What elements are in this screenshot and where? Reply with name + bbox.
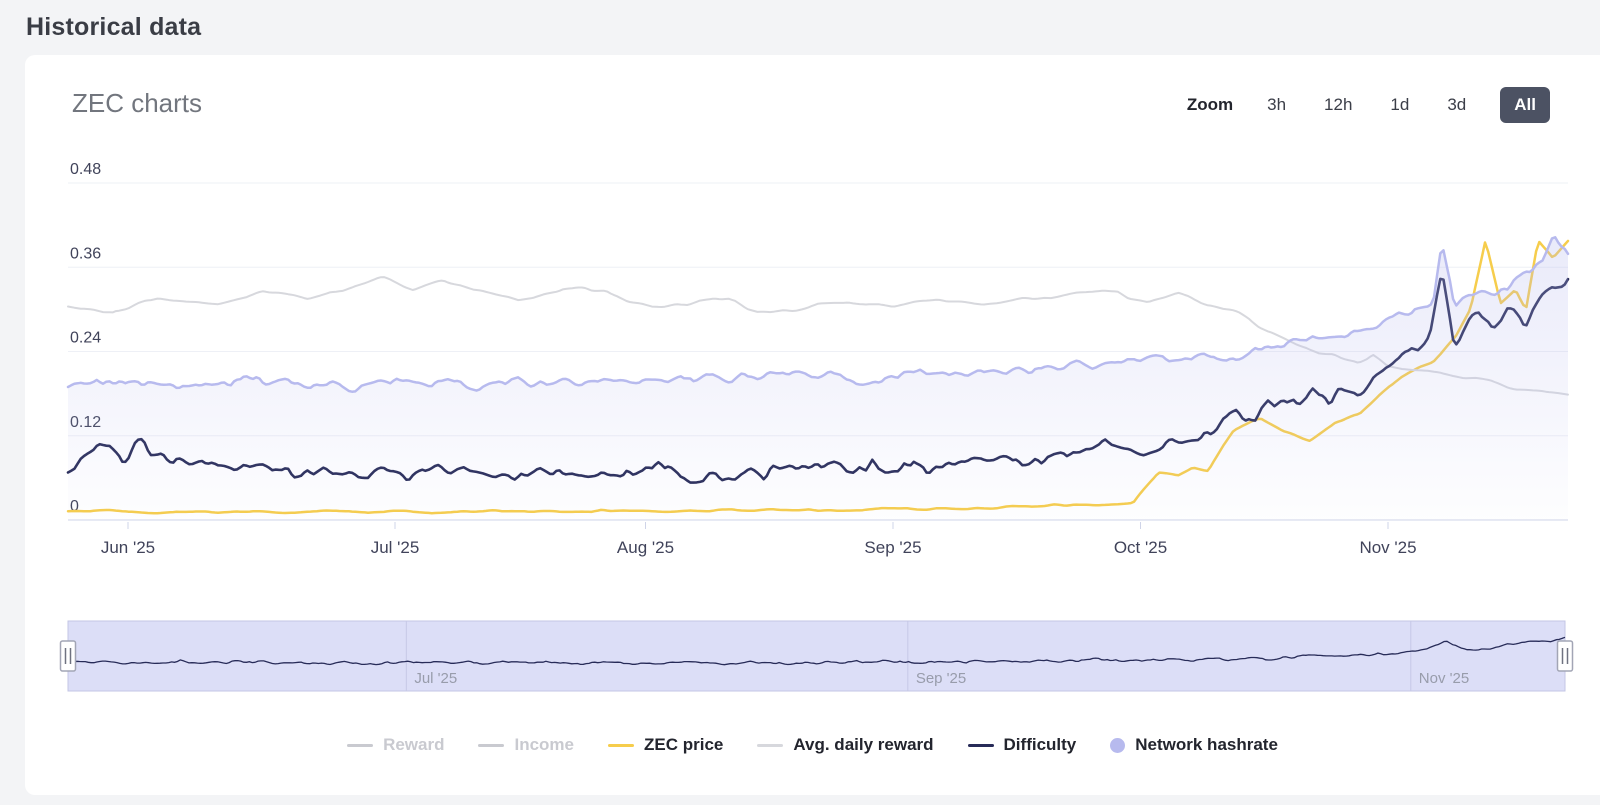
historical-chart-plot[interactable]: 00.120.240.360.48Jun '25Jul '25Aug '25Se… [25, 145, 1600, 585]
chart-legend: Reward Income ZEC price Avg. daily reward Di… [25, 735, 1600, 755]
legend-item-network-hashrate[interactable]: Network hashrate [1110, 735, 1278, 755]
y-axis-label: 0.24 [70, 330, 101, 347]
x-axis-label: Jul '25 [371, 538, 420, 557]
avg-daily-reward-marker-icon [757, 744, 783, 747]
legend-label: Avg. daily reward [793, 735, 933, 755]
charts-card: ZEC charts Zoom 3h12h1d3dAll 00.120.240.… [25, 55, 1600, 795]
x-axis-label: Jun '25 [101, 538, 155, 557]
network-hashrate-marker-icon [1110, 738, 1125, 753]
legend-item-reward[interactable]: Reward [347, 735, 444, 755]
chart-title: ZEC charts [72, 88, 202, 119]
legend-label: Difficulty [1004, 735, 1077, 755]
y-axis-label: 0.36 [70, 245, 101, 262]
zoom-option-3h[interactable]: 3h [1263, 87, 1290, 123]
legend-label: Income [514, 735, 574, 755]
legend-item-difficulty[interactable]: Difficulty [968, 735, 1077, 755]
zoom-label: Zoom [1187, 95, 1233, 115]
x-axis-label: Sep '25 [864, 538, 921, 557]
x-axis-label: Aug '25 [617, 538, 674, 557]
navigator-right-handle[interactable] [1558, 641, 1573, 671]
legend-item-zec-price[interactable]: ZEC price [608, 735, 723, 755]
navigator-axis-label: Nov '25 [1419, 670, 1469, 687]
zoom-option-12h[interactable]: 12h [1320, 87, 1356, 123]
zoom-controls: Zoom 3h 12h 1d 3d All [1187, 85, 1550, 125]
legend-label: Network hashrate [1135, 735, 1278, 755]
navigator-left-handle[interactable] [61, 641, 76, 671]
difficulty-marker-icon [968, 744, 994, 747]
zec-price-marker-icon [608, 744, 634, 747]
legend-item-avg-daily-reward[interactable]: Avg. daily reward [757, 735, 933, 755]
reward-marker-icon [347, 744, 373, 747]
x-axis-label: Oct '25 [1114, 538, 1167, 557]
zoom-option-all[interactable]: All [1500, 87, 1550, 123]
zoom-option-3d[interactable]: 3d [1443, 87, 1470, 123]
legend-item-income[interactable]: Income [478, 735, 574, 755]
zoom-option-1d[interactable]: 1d [1386, 87, 1413, 123]
legend-label: ZEC price [644, 735, 723, 755]
navigator-axis-label: Jul '25 [414, 670, 457, 687]
x-axis-label: Nov '25 [1359, 538, 1416, 557]
y-axis-label: 0.48 [70, 161, 101, 178]
page-title: Historical data [26, 13, 201, 42]
legend-label: Reward [383, 735, 444, 755]
income-marker-icon [478, 744, 504, 747]
chart-navigator[interactable]: Jul '25 Sep '25 Nov '25 [25, 615, 1600, 710]
navigator-axis-label: Sep '25 [916, 670, 966, 687]
